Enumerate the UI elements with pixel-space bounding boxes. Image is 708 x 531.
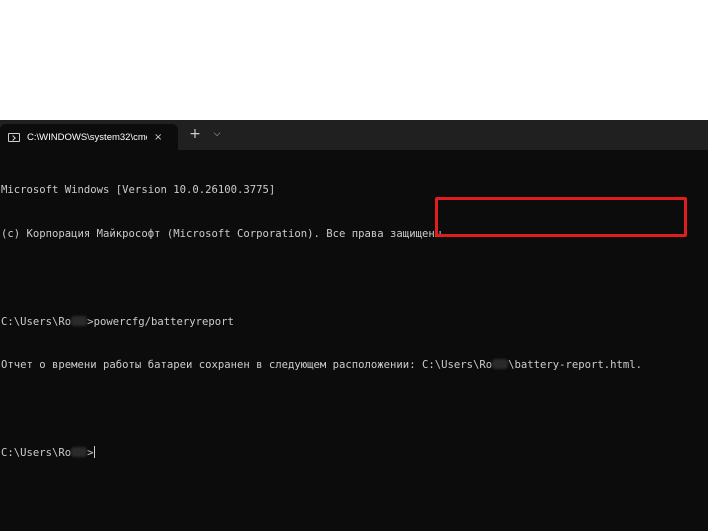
highlight-box [435, 197, 687, 237]
terminal-window: C:\WINDOWS\system32\cmd.e × + ⌵ Microsof… [0, 120, 708, 531]
report-path-prefix: C:\Users\Ro [421, 359, 493, 372]
report-message: Отчет о времени работы батареи сохранен … [1, 359, 422, 372]
console-line-command: C:\Users\Ro >powercfg/batteryreport [1, 315, 642, 330]
terminal-icon [8, 132, 20, 142]
report-path-suffix: \battery-report.html. [508, 359, 643, 372]
close-icon[interactable]: × [154, 132, 162, 143]
redacted-username [71, 446, 88, 457]
tab-bar: C:\WINDOWS\system32\cmd.e × + ⌵ [0, 120, 708, 150]
redacted-username [492, 359, 509, 370]
redacted-username [71, 315, 88, 326]
prompt-path: C:\Users\Ro [1, 446, 72, 459]
chevron-down-icon[interactable]: ⌵ [211, 127, 223, 141]
console-line-version: Microsoft Windows [Version 10.0.26100.37… [1, 184, 276, 197]
console-line-report: Отчет о времени работы батареи сохранен … [1, 358, 642, 373]
new-tab-button[interactable]: + [188, 127, 202, 141]
console-line-prompt: C:\Users\Ro > [1, 445, 642, 461]
text-cursor [93, 445, 95, 458]
tab-cmd[interactable]: C:\WINDOWS\system32\cmd.e × [0, 124, 178, 150]
command-text: powercfg/batteryreport [93, 315, 234, 328]
tab-title: C:\WINDOWS\system32\cmd.e [27, 131, 147, 143]
prompt-path: C:\Users\Ro [1, 315, 72, 328]
